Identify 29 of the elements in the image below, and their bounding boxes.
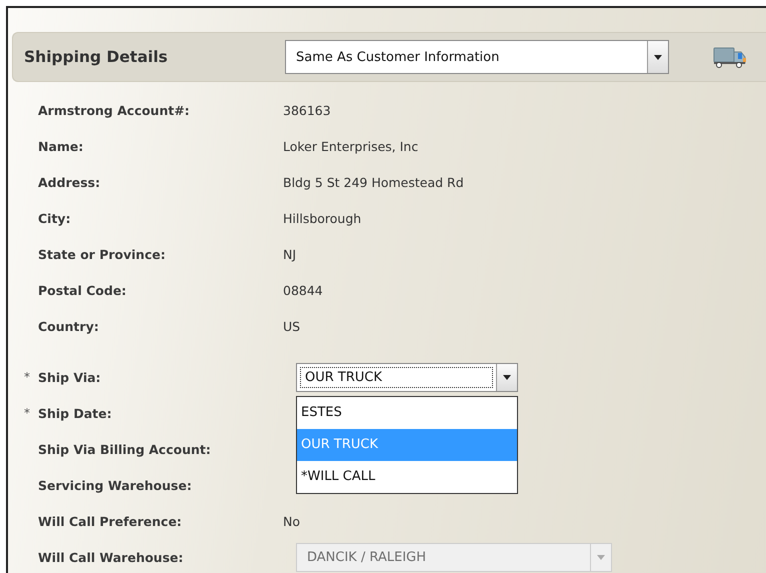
field-label: Address: xyxy=(38,174,102,190)
truck-icon xyxy=(713,45,747,69)
field-label: Ship Date: xyxy=(38,406,113,420)
dropdown-option[interactable]: ESTES xyxy=(297,396,517,428)
field-value: 386163 xyxy=(283,102,331,118)
field-value: NJ xyxy=(283,246,296,262)
field-label: Name: xyxy=(38,138,84,154)
field-label: Postal Code: xyxy=(38,282,128,298)
section-title: Shipping Details xyxy=(23,48,169,66)
field-label: City: xyxy=(38,210,72,226)
field-label: Will Call Preference: xyxy=(38,514,183,528)
dropdown-option[interactable]: *WILL CALL xyxy=(297,460,517,492)
field-value: Loker Enterprises, Inc xyxy=(283,138,418,154)
field-value: US xyxy=(283,318,300,334)
field-value: Bldg 5 St 249 Homestead Rd xyxy=(283,174,464,190)
field-label: Ship Via: xyxy=(38,370,102,384)
required-marker: * xyxy=(24,406,30,420)
field-label: Will Call Warehouse: xyxy=(38,550,184,564)
field-label: Ship Via Billing Account: xyxy=(38,442,212,456)
field-value: 08844 xyxy=(283,282,323,298)
field-label: Armstrong Account#: xyxy=(38,102,191,118)
address-source-select[interactable]: Same As Customer Information xyxy=(285,40,669,74)
field-label: Servicing Warehouse: xyxy=(38,478,193,492)
required-marker: * xyxy=(24,370,30,384)
field-value: Hillsborough xyxy=(283,210,362,226)
field-label: Country: xyxy=(38,318,100,334)
field-value: No xyxy=(283,514,300,528)
field-label: State or Province: xyxy=(38,246,166,262)
dropdown-select[interactable]: OUR TRUCK xyxy=(296,362,518,392)
